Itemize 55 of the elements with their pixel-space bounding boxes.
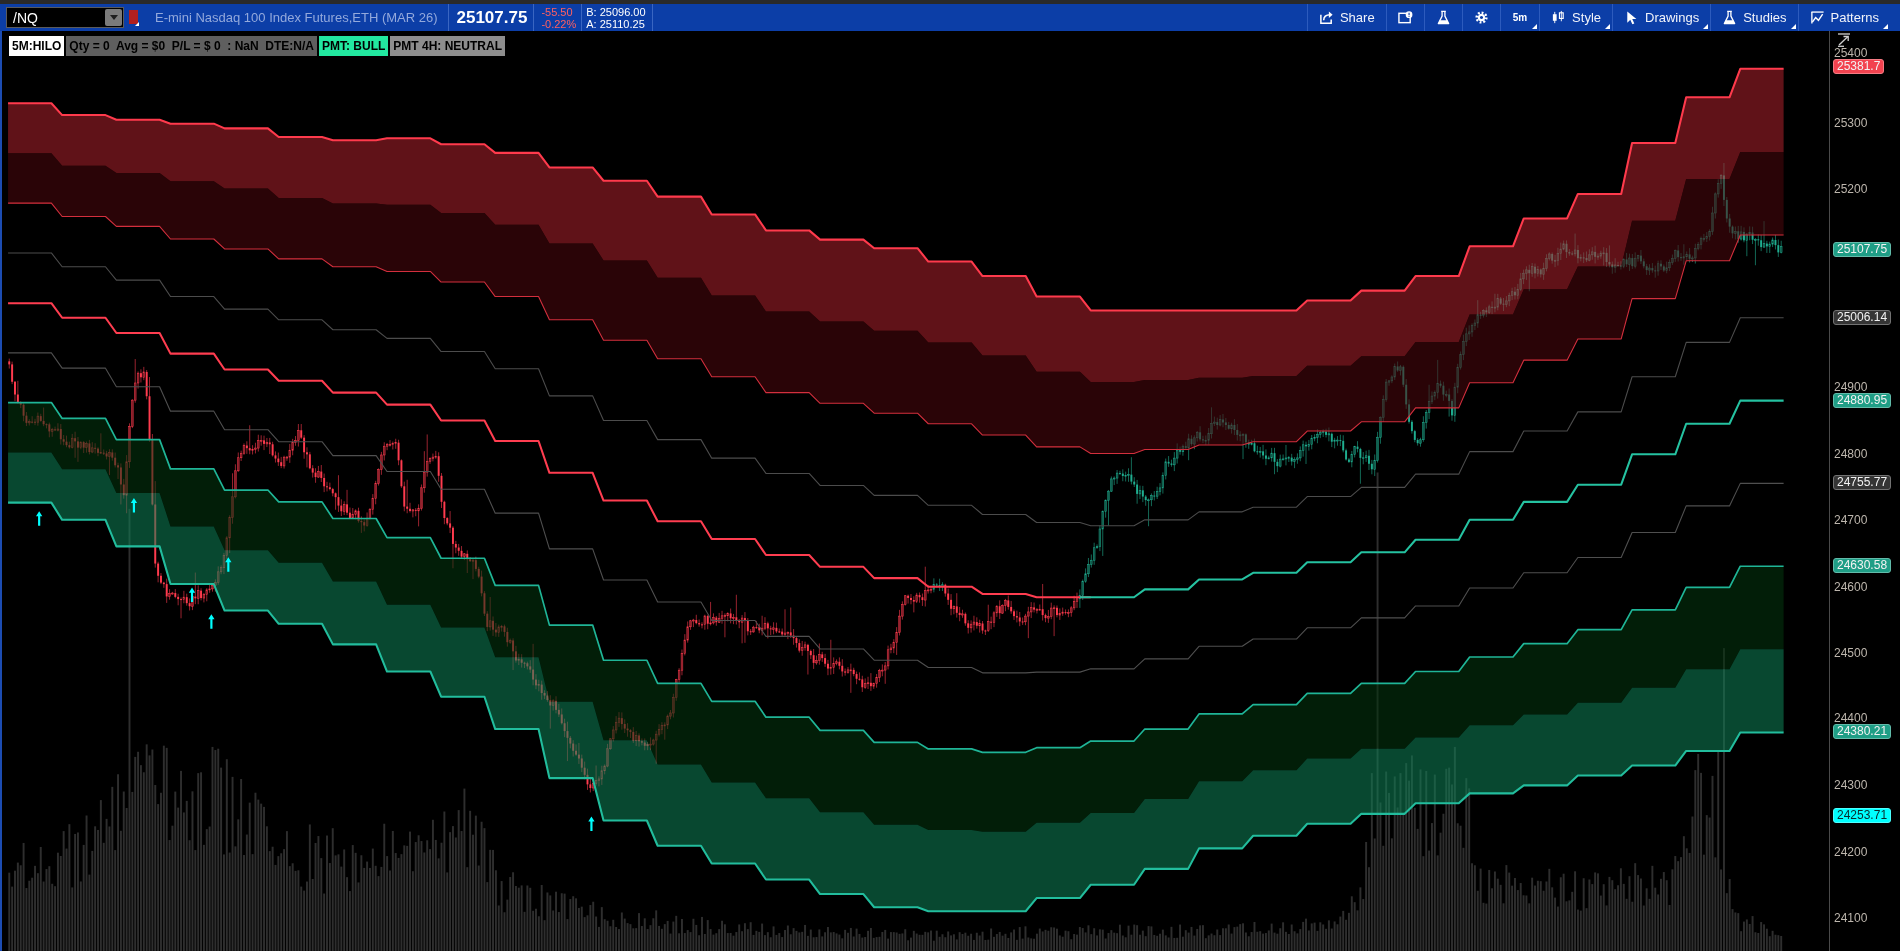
axis-tick-label: 25200 xyxy=(1834,183,1868,196)
up-arrow-icon xyxy=(130,497,138,513)
dropdown-button[interactable] xyxy=(105,9,122,26)
study-label: PMT: BULL xyxy=(319,36,389,56)
timeframe-button[interactable]: 5m xyxy=(1499,4,1540,31)
patterns-button[interactable]: Patterns xyxy=(1797,4,1890,31)
axis-tick-label: 24400 xyxy=(1834,711,1868,724)
gear-icon xyxy=(1473,10,1489,25)
window-badge-icon xyxy=(1397,10,1413,25)
axis-tick-label: 24800 xyxy=(1834,448,1868,461)
price-label: 25107.75 xyxy=(1833,241,1892,257)
drawings-button[interactable]: Drawings xyxy=(1612,4,1711,31)
up-arrow-icon xyxy=(188,587,196,603)
net-change: -55.50 xyxy=(541,5,574,18)
share-button[interactable]: Share xyxy=(1306,4,1386,31)
last-price: 25107.75 xyxy=(456,6,528,29)
study-label: 5M:HILO xyxy=(9,36,65,56)
caret-icon xyxy=(109,15,118,20)
ask-price: A: 25110.25 xyxy=(586,17,646,30)
up-arrow-icon xyxy=(225,557,232,572)
axis-tick-label: 25400 xyxy=(1834,46,1868,59)
axis-tick-label: 24600 xyxy=(1834,580,1868,593)
flask-icon xyxy=(1722,10,1738,25)
axis-tick-label: 24700 xyxy=(1834,514,1868,527)
study-label: PMT 4H: NEUTRAL xyxy=(390,36,505,56)
up-arrow-icon xyxy=(36,511,43,526)
cursor-icon xyxy=(1624,10,1639,25)
symbol-field[interactable]: /NQ xyxy=(6,7,124,28)
price-label: 24630.58 xyxy=(1833,557,1892,573)
percent-change: -0.22% xyxy=(541,17,577,30)
candlestick-icon xyxy=(1551,10,1567,25)
price-label: 24755.77 xyxy=(1833,474,1892,490)
axis-tick-label: 24100 xyxy=(1834,911,1868,924)
style-button[interactable]: Style xyxy=(1539,4,1612,31)
bid-price: B: 25096.00 xyxy=(586,5,646,18)
diagonal-arrow-icon[interactable] xyxy=(1837,33,1851,47)
study-label: Qty = 0 Avg = $0 P/L = $ 0 : NaN DTE:N/A xyxy=(66,36,317,56)
flask-icon xyxy=(1435,10,1451,25)
up-arrow-icon xyxy=(208,614,215,629)
share-icon xyxy=(1318,10,1334,25)
square-icon xyxy=(129,9,139,26)
axis-tick-label: 25300 xyxy=(1834,117,1868,130)
price-label: 24380.21 xyxy=(1833,723,1892,739)
studies-button[interactable]: Studies xyxy=(1710,4,1798,31)
zigzag-chart-icon xyxy=(1809,10,1825,25)
price-label: 25006.14 xyxy=(1833,309,1892,325)
instrument-description: E-mini Nasdaq 100 Index Futures,ETH (MAR 26) xyxy=(155,8,438,27)
axis-tick-label: 24900 xyxy=(1834,380,1868,393)
axis-tick-label: 24500 xyxy=(1834,646,1868,659)
axis-tick-label: 24300 xyxy=(1834,779,1868,792)
axis-tick-label: 24200 xyxy=(1834,845,1868,858)
price-label: 24880.95 xyxy=(1833,392,1892,408)
price-label: 24253.71 xyxy=(1833,807,1892,823)
up-arrow-icon xyxy=(588,816,595,832)
price-label: 25381.7 xyxy=(1833,58,1885,74)
